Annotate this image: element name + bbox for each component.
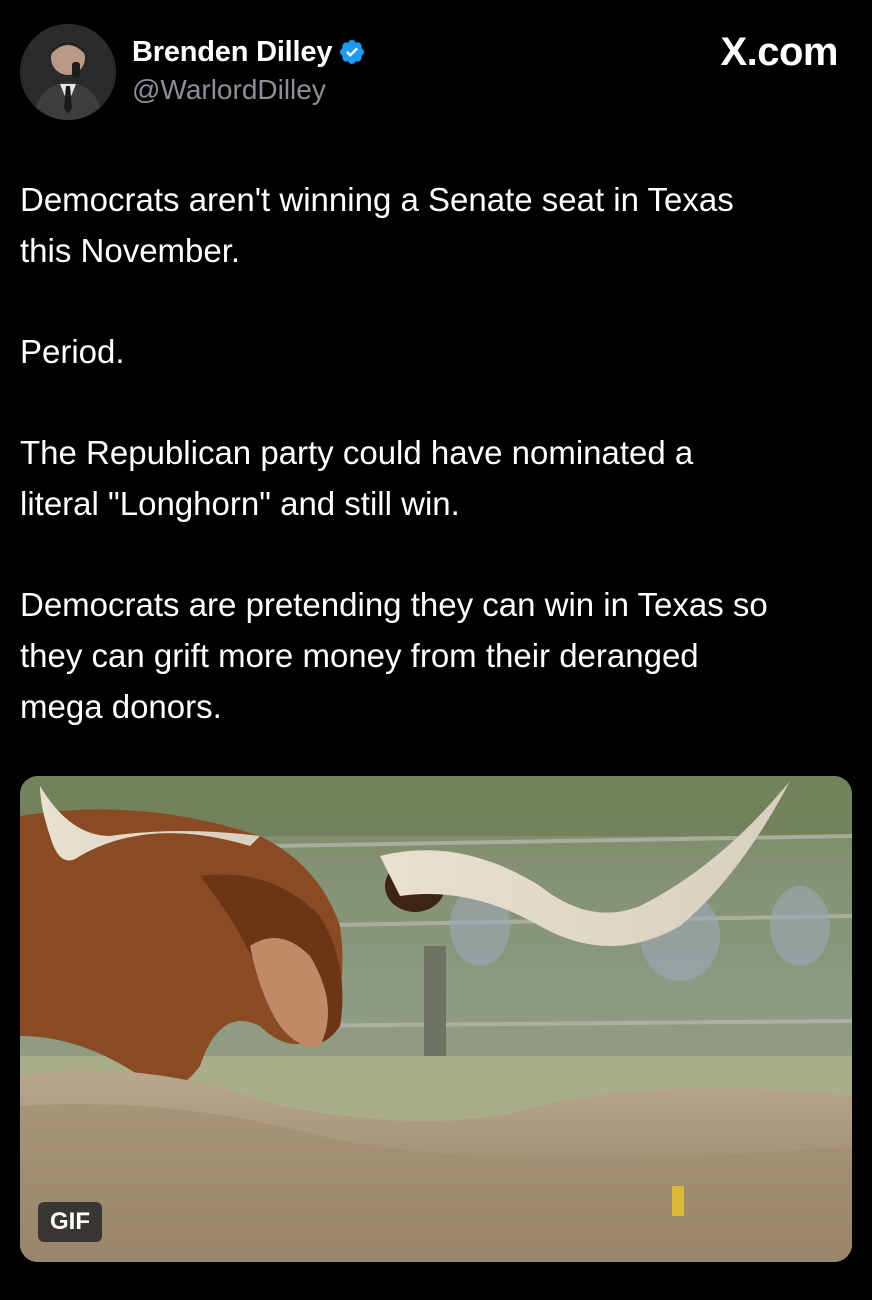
tweet-paragraph: Democrats aren't winning a Senate seat i… (20, 181, 734, 269)
tweet-media-gif[interactable]: GIF (20, 776, 852, 1262)
author-avatar[interactable] (20, 24, 116, 120)
longhorn-gif-image-icon (20, 776, 852, 1262)
gif-badge: GIF (38, 1202, 102, 1242)
verified-badge-icon (340, 40, 365, 64)
tweet-paragraph: Democrats are pretending they can win in… (20, 586, 768, 725)
author-name-row[interactable]: Brenden Dilley (132, 32, 366, 72)
tweet-text: Democrats aren't winning a Senate seat i… (20, 174, 860, 782)
profile-photo-icon (20, 24, 116, 120)
tweet-paragraph: The Republican party could have nominate… (20, 434, 694, 522)
site-label: X.com (720, 30, 838, 74)
tweet-paragraph: Period. (20, 333, 125, 370)
author-display-name[interactable]: Brenden Dilley (132, 36, 332, 69)
author-handle[interactable]: @WarlordDilley (132, 74, 326, 106)
